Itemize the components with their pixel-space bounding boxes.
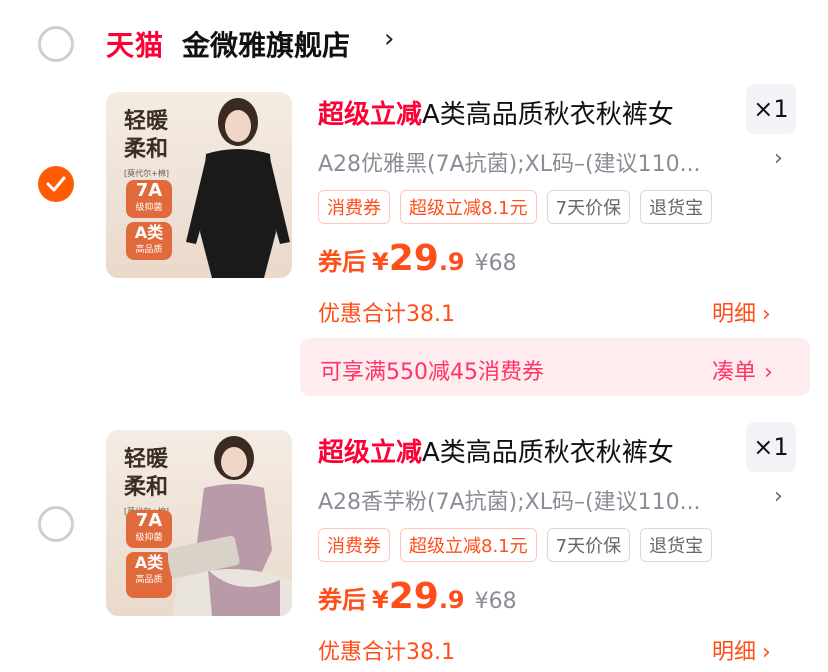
thumb-material: [莫代尔+棉] <box>124 169 169 178</box>
price-label: 券后 <box>318 586 366 614</box>
tag-price-protection: 7天价保 <box>546 528 631 562</box>
thumb-text-line1: 轻暖 <box>124 109 169 134</box>
tag-return-insurance: 退货宝 <box>640 190 713 224</box>
coupon-text: 可享满550减45消费券 <box>320 360 544 385</box>
original-price: ¥68 <box>474 251 517 276</box>
price-decimal: .9 <box>438 586 465 614</box>
price-decimal: .9 <box>438 248 465 276</box>
check-icon <box>46 176 66 192</box>
product-thumbnail[interactable]: 轻暖 柔和 [莫代尔+棉] 7A 级抑菌 A类 高品质 <box>106 430 292 616</box>
product-title[interactable]: 超级立减A类高品质秋衣秋裤女 <box>318 432 674 469</box>
thumb-chip-7a: 7A 级抑菌 <box>126 510 172 548</box>
thumb-chip-a: A类 高品质 <box>126 552 172 598</box>
sku-selector[interactable]: A28优雅黑(7A抗菌);XL码–(建议110... <box>318 146 701 178</box>
tag-super-discount: 超级立减8.1元 <box>400 528 537 562</box>
price-row: 券后 ¥ 29 .9 ¥68 <box>318 576 517 617</box>
original-price: ¥68 <box>474 589 517 614</box>
thumb-text-line2: 柔和 <box>124 137 169 162</box>
thumb-text-line2: 柔和 <box>124 475 169 500</box>
add-on-link[interactable]: 凑单 › <box>712 354 773 386</box>
sku-chevron-icon[interactable]: › <box>774 484 783 509</box>
thumb-chip-a: A类 高品质 <box>126 222 172 260</box>
detail-link[interactable]: 明细 › <box>712 296 771 328</box>
price-label: 券后 <box>318 248 366 276</box>
price-row: 券后 ¥ 29 .9 ¥68 <box>318 238 517 279</box>
currency-symbol: ¥ <box>372 586 389 614</box>
sku-chevron-icon[interactable]: › <box>774 146 783 171</box>
sku-selector[interactable]: A28香芋粉(7A抗菌);XL码–(建议110... <box>318 484 701 516</box>
tag-super-discount: 超级立减8.1元 <box>400 190 537 224</box>
detail-chevron-icon: › <box>762 640 771 665</box>
item-select-checkbox[interactable] <box>38 506 74 542</box>
coupon-bar[interactable]: 可享满550减45消费券 凑单 › <box>300 338 810 396</box>
tag-row: 消费券 超级立减8.1元 7天价保 退货宝 <box>318 190 713 224</box>
quantity-button[interactable]: ×1 <box>746 422 796 472</box>
model-figure-black <box>186 98 290 278</box>
thumb-chip-7a: 7A 级抑菌 <box>126 180 172 218</box>
discount-total: 优惠合计38.1 <box>318 640 455 665</box>
detail-link[interactable]: 明细 › <box>712 634 771 666</box>
tmall-logo: 天猫 <box>106 29 165 62</box>
price-integer: 29 <box>388 576 439 617</box>
model-figure-pink <box>168 436 292 616</box>
store-select-radio[interactable] <box>38 26 74 62</box>
add-on-chevron-icon: › <box>764 360 773 385</box>
tag-consumer-coupon: 消费券 <box>318 528 390 562</box>
tag-row: 消费券 超级立减8.1元 7天价保 退货宝 <box>318 528 713 562</box>
tag-return-insurance: 退货宝 <box>640 528 713 562</box>
tag-price-protection: 7天价保 <box>546 190 631 224</box>
tag-consumer-coupon: 消费券 <box>318 190 390 224</box>
quantity-button[interactable]: ×1 <box>746 84 796 134</box>
store-name[interactable]: 金微雅旗舰店 <box>182 24 350 64</box>
store-chevron-icon[interactable]: › <box>384 24 394 54</box>
product-thumbnail[interactable]: 轻暖 柔和 [莫代尔+棉] 7A 级抑菌 A类 高品质 <box>106 92 292 278</box>
detail-chevron-icon: › <box>762 302 771 327</box>
discount-total: 优惠合计38.1 <box>318 302 455 327</box>
currency-symbol: ¥ <box>372 248 389 276</box>
price-integer: 29 <box>388 238 439 279</box>
thumb-text-line1: 轻暖 <box>124 447 169 472</box>
item-select-checkbox-checked[interactable] <box>38 166 74 202</box>
product-title[interactable]: 超级立减A类高品质秋衣秋裤女 <box>318 94 674 131</box>
